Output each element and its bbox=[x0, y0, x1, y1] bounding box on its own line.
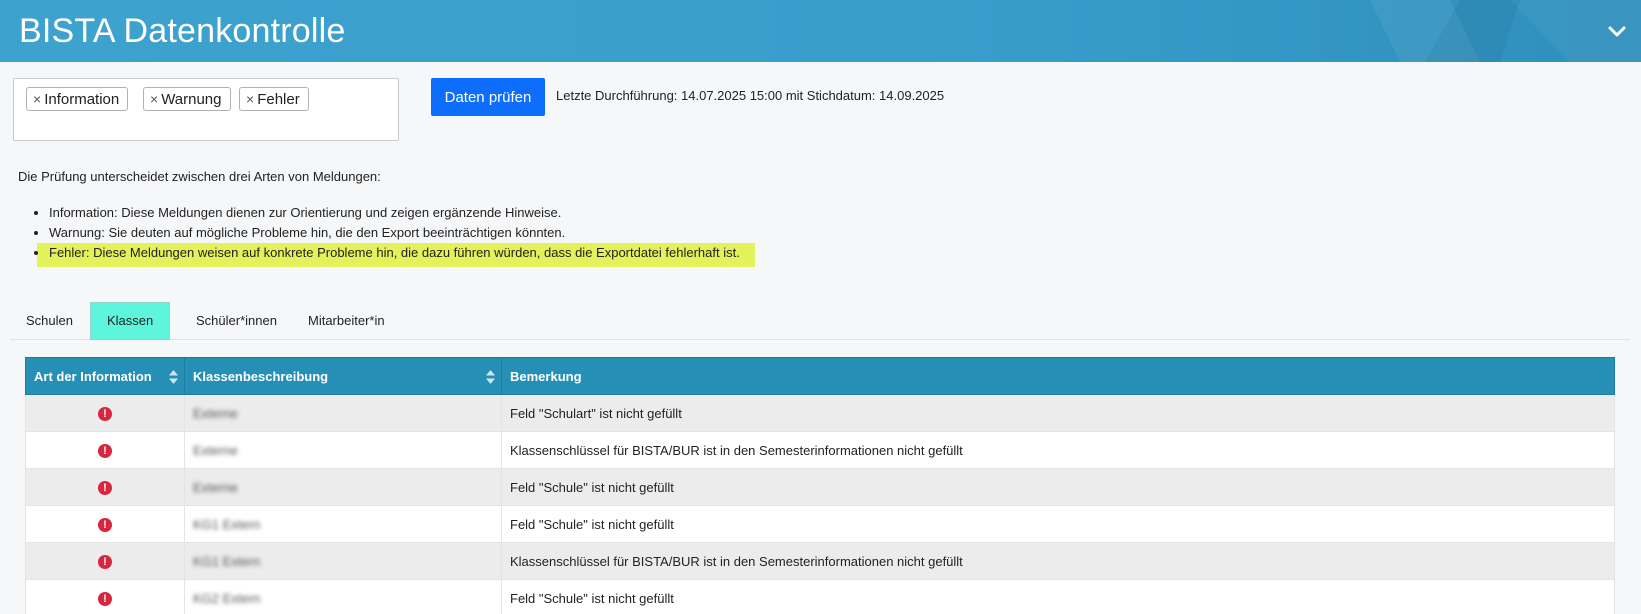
error-icon: ! bbox=[98, 407, 112, 421]
remark-cell: Klassenschlüssel für BISTA/BUR ist in de… bbox=[501, 542, 1615, 580]
tab-schueler-innen[interactable]: Schüler*innen bbox=[180, 302, 293, 340]
table-row[interactable]: ! KG1 Extern Klassenschlüssel für BISTA/… bbox=[25, 542, 1615, 580]
class-cell: KG1 Extern bbox=[184, 542, 502, 580]
app-header: BISTA Datenkontrolle bbox=[0, 0, 1641, 62]
column-header-label: Klassenbeschreibung bbox=[193, 368, 329, 384]
remark-cell: Klassenschlüssel für BISTA/BUR ist in de… bbox=[501, 431, 1615, 469]
remark-cell: Feld "Schule" ist nicht gefüllt bbox=[501, 468, 1615, 506]
column-header-label: Bemerkung bbox=[510, 368, 582, 384]
type-cell: ! bbox=[25, 542, 185, 580]
table-row[interactable]: ! Externe Feld "Schule" ist nicht gefüll… bbox=[25, 468, 1615, 506]
filter-tag-label: Information bbox=[44, 91, 120, 108]
filter-tag-label: Fehler bbox=[257, 91, 300, 108]
sort-icon[interactable] bbox=[169, 370, 178, 384]
type-cell: ! bbox=[25, 579, 185, 614]
table-header-row: Art der Information Klassenbeschreibung … bbox=[25, 357, 1615, 395]
sort-icon[interactable] bbox=[486, 370, 495, 384]
list-item-information: Information: Diese Meldungen dienen zur … bbox=[49, 204, 740, 224]
filter-tag-label: Warnung bbox=[161, 91, 222, 108]
type-cell: ! bbox=[25, 431, 185, 469]
list-item-warnung: Warnung: Sie deuten auf mögliche Problem… bbox=[49, 224, 740, 244]
remark-cell: Feld "Schulart" ist nicht gefüllt bbox=[501, 394, 1615, 432]
table-row[interactable]: ! KG1 Extern Feld "Schule" ist nicht gef… bbox=[25, 505, 1615, 543]
chevron-down-icon[interactable] bbox=[1607, 22, 1627, 42]
header-decoration bbox=[1370, 0, 1641, 62]
remove-tag-icon[interactable]: × bbox=[150, 91, 158, 107]
tab-schulen[interactable]: Schulen bbox=[10, 302, 89, 340]
class-cell: KG1 Extern bbox=[184, 505, 502, 543]
error-icon: ! bbox=[98, 481, 112, 495]
class-cell: Externe bbox=[184, 394, 502, 432]
class-name: KG1 Extern bbox=[193, 516, 261, 532]
list-item-fehler: Fehler: Diese Meldungen weisen auf konkr… bbox=[49, 244, 740, 264]
remove-tag-icon[interactable]: × bbox=[246, 91, 254, 107]
message-type-list: Information: Diese Meldungen dienen zur … bbox=[49, 204, 740, 264]
remark-cell: Feld "Schule" ist nicht gefüllt bbox=[501, 505, 1615, 543]
column-header-label: Art der Information bbox=[34, 368, 152, 384]
class-cell: Externe bbox=[184, 431, 502, 469]
tab-mitarbeiter-in[interactable]: Mitarbeiter*in bbox=[292, 302, 401, 340]
table-row[interactable]: ! Externe Klassenschlüssel für BISTA/BUR… bbox=[25, 431, 1615, 469]
page-title: BISTA Datenkontrolle bbox=[19, 12, 346, 50]
remove-tag-icon[interactable]: × bbox=[33, 91, 41, 107]
type-cell: ! bbox=[25, 394, 185, 432]
class-cell: KG2 Extern bbox=[184, 579, 502, 614]
filter-tag-warnung: × Warnung bbox=[143, 87, 231, 111]
intro-text: Die Prüfung unterscheidet zwischen drei … bbox=[18, 169, 381, 184]
remark-cell: Feld "Schule" ist nicht gefüllt bbox=[501, 579, 1615, 614]
tab-bar: Schulen Klassen Schüler*innen Mitarbeite… bbox=[10, 302, 1630, 340]
check-data-button[interactable]: Daten prüfen bbox=[431, 78, 545, 116]
table-row[interactable]: ! Externe Feld "Schulart" ist nicht gefü… bbox=[25, 394, 1615, 432]
type-cell: ! bbox=[25, 468, 185, 506]
error-icon: ! bbox=[98, 444, 112, 458]
table-row[interactable]: ! KG2 Extern Feld "Schule" ist nicht gef… bbox=[25, 579, 1615, 614]
filter-tag-fehler: × Fehler bbox=[239, 87, 309, 111]
class-name: KG1 Extern bbox=[193, 553, 261, 569]
tab-klassen[interactable]: Klassen bbox=[90, 302, 171, 340]
results-table: Art der Information Klassenbeschreibung … bbox=[25, 357, 1615, 614]
class-name: Externe bbox=[193, 405, 238, 421]
message-type-filter[interactable]: × Information × Warnung × Fehler bbox=[13, 78, 399, 141]
filter-tag-information: × Information bbox=[26, 87, 129, 111]
column-header-type[interactable]: Art der Information bbox=[25, 357, 185, 395]
column-header-class[interactable]: Klassenbeschreibung bbox=[184, 357, 502, 395]
class-name: KG2 Extern bbox=[193, 590, 261, 606]
last-run-info: Letzte Durchführung: 14.07.2025 15:00 mi… bbox=[556, 88, 945, 103]
error-icon: ! bbox=[98, 518, 112, 532]
class-cell: Externe bbox=[184, 468, 502, 506]
class-name: Externe bbox=[193, 479, 238, 495]
error-icon: ! bbox=[98, 592, 112, 606]
error-icon: ! bbox=[98, 555, 112, 569]
class-name: Externe bbox=[193, 442, 238, 458]
type-cell: ! bbox=[25, 505, 185, 543]
column-header-remark: Bemerkung bbox=[501, 357, 1615, 395]
